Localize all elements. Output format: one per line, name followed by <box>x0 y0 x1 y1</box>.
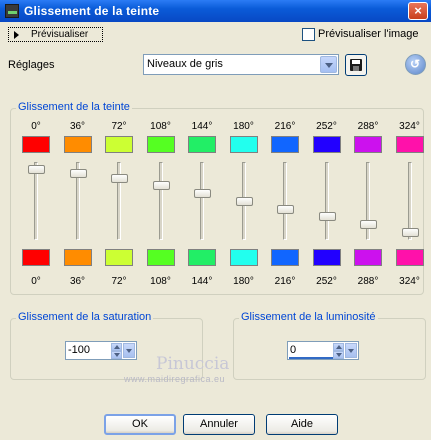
ok-button[interactable]: OK <box>104 414 176 435</box>
preview-button[interactable]: Prévisualiser <box>8 27 103 42</box>
hue-label-top: 72° <box>111 121 127 132</box>
play-icon <box>14 31 19 39</box>
hue-slider-thumb[interactable] <box>194 188 211 198</box>
hue-slider-track[interactable] <box>158 162 163 240</box>
hue-swatch-source <box>354 136 382 153</box>
hue-swatch-source <box>312 136 341 153</box>
hue-swatch-target <box>354 249 382 266</box>
hue-swatch-source <box>22 136 50 153</box>
preview-button-label: Prévisualiser <box>31 29 89 40</box>
hue-swatch-target <box>271 249 299 266</box>
hue-label-bottom: 324° <box>399 276 420 287</box>
hue-swatch-source <box>229 136 258 153</box>
reset-button[interactable]: ↺ <box>405 54 426 75</box>
hue-label-bottom: 216° <box>274 276 296 287</box>
hue-label-top: 36° <box>69 121 86 132</box>
hue-swatch-target <box>395 249 424 266</box>
spin-up-icon[interactable] <box>111 343 122 351</box>
hue-swatch-target <box>229 249 258 266</box>
hue-swatch-source <box>395 136 424 153</box>
hue-label-bottom: 144° <box>191 276 213 287</box>
hue-shift-title: Glissement de la teinte <box>16 101 132 113</box>
saturation-spinbox[interactable]: -100 <box>65 341 137 360</box>
dialog-window: Glissement de la teinte × Prévisualiser … <box>0 0 431 440</box>
hue-slider-track[interactable] <box>283 162 287 240</box>
hue-label-top: 180° <box>233 121 254 132</box>
hue-label-top: 288° <box>357 121 379 132</box>
hue-label-bottom: 0° <box>31 276 41 287</box>
hue-swatch-source <box>146 136 175 153</box>
settings-dropdown-value: Niveaux de gris <box>147 58 223 70</box>
spin-up-icon[interactable] <box>333 343 344 351</box>
title-bar[interactable]: Glissement de la teinte × <box>0 0 431 22</box>
selection-underline <box>289 357 333 359</box>
hue-swatch-target <box>63 249 92 266</box>
hue-swatch-source <box>105 136 133 153</box>
preview-image-checkbox[interactable] <box>302 28 315 41</box>
hue-swatch-target <box>22 249 50 266</box>
hue-swatch-target <box>146 249 175 266</box>
luminosity-spinbox[interactable]: 0 <box>287 341 359 360</box>
hue-slider-thumb[interactable] <box>152 181 170 191</box>
saturation-value: -100 <box>68 344 91 356</box>
hue-slider-thumb[interactable] <box>360 219 377 229</box>
watermark-name: Pinuccia <box>156 354 230 374</box>
luminosity-value: 0 <box>290 344 297 356</box>
hue-slider-thumb[interactable] <box>401 228 419 238</box>
close-button[interactable]: × <box>408 2 428 20</box>
chevron-down-icon[interactable] <box>345 343 357 358</box>
hue-label-bottom: 180° <box>233 276 254 287</box>
hue-label-bottom: 72° <box>111 276 127 287</box>
hue-swatch-source <box>63 136 92 153</box>
hue-label-bottom: 252° <box>316 276 337 287</box>
saturation-title: Glissement de la saturation <box>16 311 154 323</box>
hue-label-top: 216° <box>274 121 296 132</box>
settings-dropdown[interactable]: Niveaux de gris <box>143 54 339 75</box>
hue-slider-thumb[interactable] <box>69 168 87 178</box>
app-icon <box>5 4 19 18</box>
hue-slider-thumb[interactable] <box>277 205 294 215</box>
spin-down-icon[interactable] <box>111 351 122 359</box>
hue-slider-thumb[interactable] <box>111 174 128 184</box>
reset-icon: ↺ <box>410 57 421 71</box>
hue-label-top: 108° <box>150 121 171 132</box>
preview-image-label: Prévisualiser l'image <box>318 28 419 40</box>
hue-label-top: 252° <box>316 121 337 132</box>
hue-slider-thumb[interactable] <box>318 211 336 221</box>
window-title: Glissement de la teinte <box>24 4 160 18</box>
help-button[interactable]: Aide <box>266 414 338 435</box>
hue-swatch-target <box>312 249 341 266</box>
settings-label: Réglages <box>8 59 55 71</box>
spin-down-icon[interactable] <box>333 351 344 359</box>
chevron-down-icon[interactable] <box>320 56 337 73</box>
cancel-button[interactable]: Annuler <box>183 414 255 435</box>
hue-label-bottom: 108° <box>150 276 171 287</box>
hue-label-bottom: 288° <box>357 276 379 287</box>
hue-slider-track[interactable] <box>200 162 204 240</box>
hue-label-top: 0° <box>31 121 41 132</box>
hue-slider-thumb[interactable] <box>28 164 45 174</box>
luminosity-title: Glissement de la luminosité <box>239 311 378 323</box>
chevron-down-icon[interactable] <box>123 343 135 358</box>
save-preset-button[interactable] <box>345 54 367 76</box>
hue-swatch-target <box>105 249 133 266</box>
hue-swatch-source <box>271 136 299 153</box>
hue-slider-track[interactable] <box>324 162 329 240</box>
hue-label-bottom: 36° <box>69 276 86 287</box>
hue-label-top: 144° <box>191 121 213 132</box>
hue-label-top: 324° <box>399 121 420 132</box>
save-disk-icon <box>350 59 362 71</box>
hue-swatch-source <box>188 136 216 153</box>
watermark-url: www.maidiregrafica.eu <box>124 374 226 384</box>
hue-swatch-target <box>188 249 216 266</box>
hue-slider-thumb[interactable] <box>235 197 253 207</box>
